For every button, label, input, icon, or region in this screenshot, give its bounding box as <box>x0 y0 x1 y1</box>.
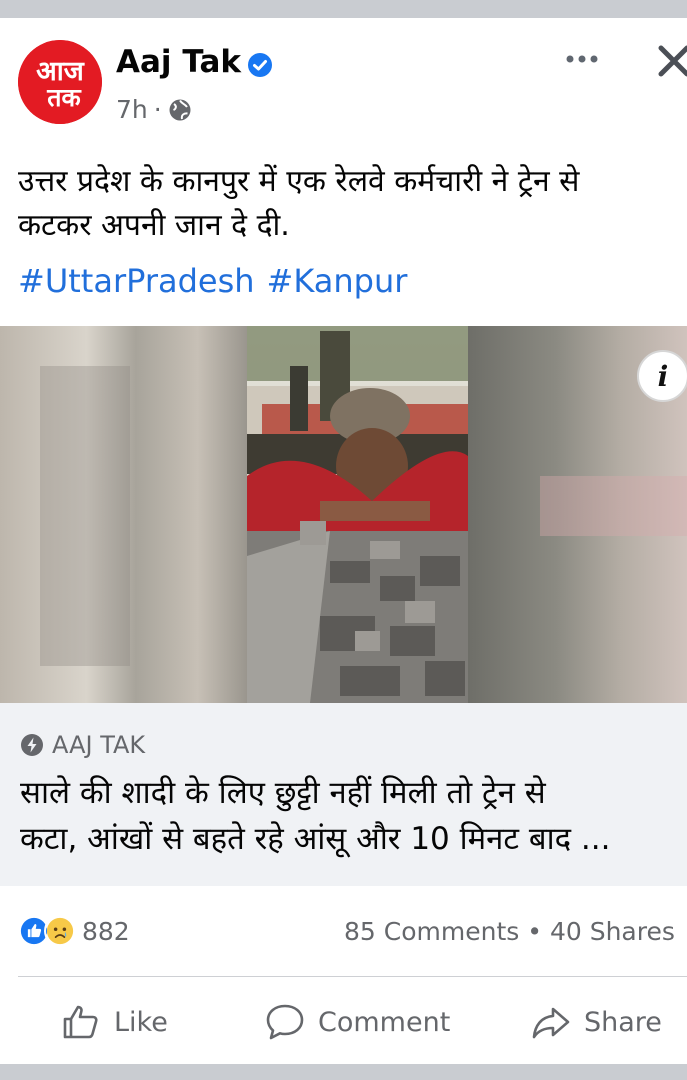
share-label: Share <box>584 1006 662 1038</box>
link-title-line-1: साले की शादी के लिए छुट्टी नहीं मिली तो … <box>20 775 546 811</box>
comment-icon <box>266 1004 304 1040</box>
link-domain-row: AAJ TAK <box>20 731 145 759</box>
hashtag-kanpur[interactable]: #Kanpur <box>267 262 408 300</box>
sad-reaction-icon <box>44 915 76 947</box>
post-image[interactable] <box>0 326 687 703</box>
reactions-summary[interactable]: 882 <box>18 915 130 947</box>
comments-count[interactable]: 85 Comments <box>344 917 519 946</box>
avatar-text-bottom: तक <box>46 83 82 112</box>
actions-divider <box>18 976 687 977</box>
hashtags: #UttarPradesh #Kanpur <box>18 262 419 300</box>
post-time[interactable]: 7h <box>116 95 148 124</box>
info-icon: i <box>657 360 669 393</box>
feed-background-bottom <box>0 1064 687 1080</box>
post-text-line-1: उत्तर प्रदेश के कानपुर में एक रेलवे कर्म… <box>18 164 580 199</box>
comment-button[interactable]: Comment <box>264 1000 450 1044</box>
comment-label: Comment <box>318 1006 451 1038</box>
meta-separator: · <box>153 95 162 124</box>
link-domain: AAJ TAK <box>52 731 146 759</box>
link-title-line-2: कटा, आंखों से बहते रहे आंसू और 10 मिनट ब… <box>20 821 611 857</box>
share-icon <box>532 1007 570 1039</box>
hashtag-uttarpradesh[interactable]: #UttarPradesh <box>18 262 255 300</box>
verified-badge-icon <box>248 53 272 77</box>
globe-icon <box>169 99 191 120</box>
more-options-icon[interactable] <box>562 44 602 74</box>
engagement-stats: 85 Comments • 40 Shares <box>344 917 687 946</box>
page-name[interactable]: Aaj Tak <box>116 44 241 80</box>
close-icon[interactable] <box>652 40 687 80</box>
stats-dot: • <box>527 917 542 946</box>
link-title[interactable]: साले की शादी के लिए छुट्टी नहीं मिली तो … <box>20 770 685 862</box>
instant-article-bolt-icon <box>21 734 43 756</box>
share-button[interactable]: Share <box>530 1000 662 1044</box>
info-button[interactable]: i <box>637 350 687 402</box>
post-text: उत्तर प्रदेश के कानपुर में एक रेलवे कर्म… <box>18 160 687 248</box>
post-text-line-2: कटकर अपनी जान दे दी. <box>18 208 290 243</box>
reaction-count: 882 <box>82 916 130 946</box>
feed-background-top <box>0 0 687 18</box>
like-icon <box>63 1005 98 1039</box>
post-meta: 7h · <box>116 95 192 124</box>
shares-count[interactable]: 40 Shares <box>550 917 675 946</box>
page-avatar[interactable]: आज तक <box>18 40 102 124</box>
like-button[interactable]: Like <box>60 1000 168 1044</box>
like-label: Like <box>114 1006 168 1038</box>
